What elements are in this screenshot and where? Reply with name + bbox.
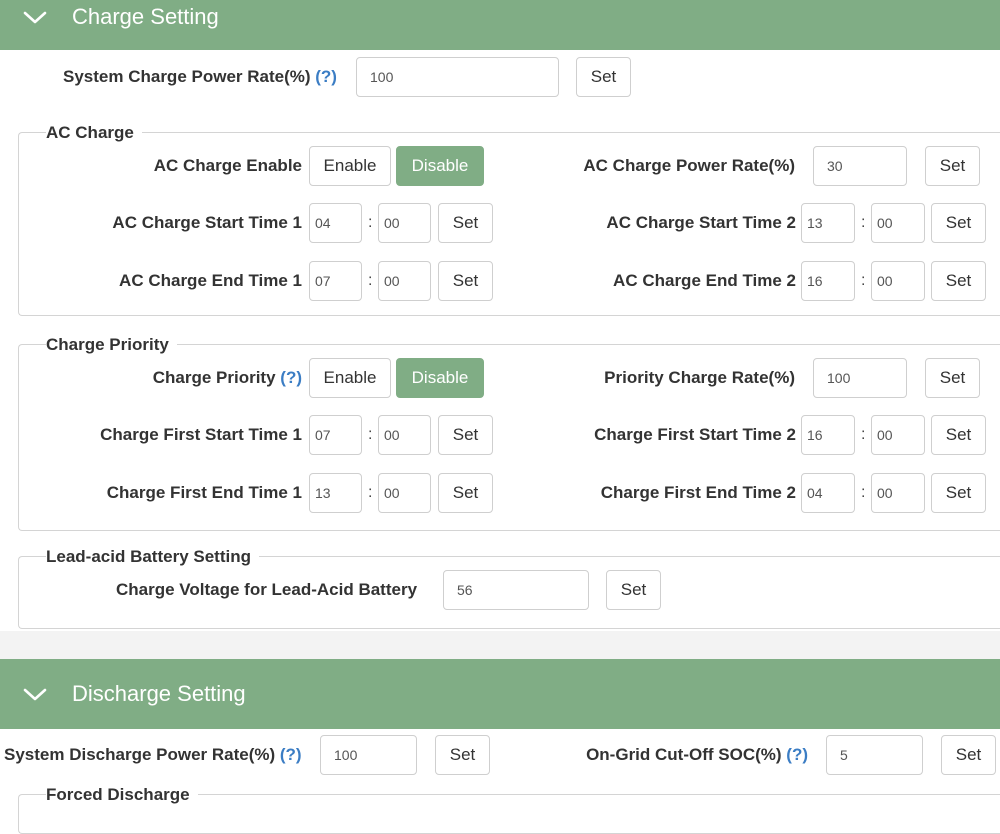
ac-charge-end-1-hour-input[interactable]	[309, 261, 362, 301]
system-charge-power-rate-input[interactable]	[356, 57, 559, 97]
ac-charge-legend: AC Charge	[46, 122, 142, 144]
priority-charge-rate-label: Priority Charge Rate(%)	[604, 368, 795, 387]
ac-charge-power-rate-input[interactable]	[813, 146, 907, 186]
help-icon[interactable]: (?)	[315, 67, 337, 86]
ac-charge-enable-label: AC Charge Enable	[153, 156, 302, 175]
charge-voltage-lead-acid-label: Charge Voltage for Lead-Acid Battery	[116, 580, 418, 599]
ac-charge-disable-button[interactable]: Disable	[396, 146, 484, 186]
system-charge-set-button[interactable]: Set	[576, 57, 631, 97]
ac-charge-power-rate-label: AC Charge Power Rate(%)	[583, 156, 795, 175]
ac-charge-start-2-hour-input[interactable]	[801, 203, 855, 243]
time-colon: :	[861, 272, 866, 289]
time-colon: :	[861, 426, 866, 443]
charge-first-start-2-minute-input[interactable]	[871, 415, 925, 455]
charge-first-end-1-hour-input[interactable]	[309, 473, 362, 513]
on-grid-cut-off-soc-label: On-Grid Cut-Off SOC(%) (?)	[586, 745, 808, 764]
ac-charge-end-2-set-button[interactable]: Set	[931, 261, 986, 301]
ac-charge-start-1-minute-input[interactable]	[378, 203, 431, 243]
charge-first-end-1-set-button[interactable]: Set	[438, 473, 493, 513]
charge-first-end-2-set-button[interactable]: Set	[931, 473, 986, 513]
system-discharge-power-rate-input[interactable]	[320, 735, 417, 775]
ac-charge-end-1-minute-input[interactable]	[378, 261, 431, 301]
charge-first-start-1-set-button[interactable]: Set	[438, 415, 493, 455]
time-colon: :	[368, 272, 373, 289]
charge-setting-header[interactable]: Charge Setting	[0, 0, 1000, 50]
section-spacer	[0, 631, 1000, 659]
chevron-down-icon	[23, 688, 47, 701]
charge-first-start-2-set-button[interactable]: Set	[931, 415, 986, 455]
ac-charge-power-rate-set-button[interactable]: Set	[925, 146, 980, 186]
forced-discharge-legend: Forced Discharge	[46, 784, 198, 806]
charge-first-start-2-hour-input[interactable]	[801, 415, 855, 455]
charge-voltage-lead-acid-input[interactable]	[443, 570, 589, 610]
charge-first-end-time-1-label: Charge First End Time 1	[106, 483, 302, 502]
chevron-down-icon	[23, 11, 47, 24]
ac-charge-start-1-set-button[interactable]: Set	[438, 203, 493, 243]
charge-priority-enable-button[interactable]: Enable	[309, 358, 391, 398]
charge-first-start-time-2-label: Charge First Start Time 2	[594, 425, 796, 444]
ac-charge-end-time-2-label: AC Charge End Time 2	[613, 271, 796, 290]
charge-setting-title: Charge Setting	[72, 4, 219, 29]
time-colon: :	[861, 484, 866, 501]
charge-priority-disable-button[interactable]: Disable	[396, 358, 484, 398]
charge-priority-label: Charge Priority (?)	[152, 368, 302, 387]
charge-first-end-time-2-label: Charge First End Time 2	[600, 483, 796, 502]
discharge-setting-title: Discharge Setting	[72, 681, 246, 706]
on-grid-cut-off-soc-input[interactable]	[826, 735, 923, 775]
ac-charge-start-2-set-button[interactable]: Set	[931, 203, 986, 243]
system-discharge-set-button[interactable]: Set	[435, 735, 490, 775]
charge-voltage-lead-acid-set-button[interactable]: Set	[606, 570, 661, 610]
ac-charge-start-time-1-label: AC Charge Start Time 1	[112, 213, 302, 232]
time-colon: :	[368, 484, 373, 501]
time-colon: :	[861, 214, 866, 231]
ac-charge-start-time-2-label: AC Charge Start Time 2	[606, 213, 796, 232]
charge-first-end-2-minute-input[interactable]	[871, 473, 925, 513]
help-icon[interactable]: (?)	[280, 368, 302, 387]
ac-charge-end-2-minute-input[interactable]	[871, 261, 925, 301]
help-icon[interactable]: (?)	[280, 745, 302, 764]
charge-first-end-1-minute-input[interactable]	[378, 473, 431, 513]
charge-first-start-time-1-label: Charge First Start Time 1	[100, 425, 302, 444]
priority-charge-rate-input[interactable]	[813, 358, 907, 398]
charge-first-start-1-hour-input[interactable]	[309, 415, 362, 455]
ac-charge-start-2-minute-input[interactable]	[871, 203, 925, 243]
ac-charge-end-1-set-button[interactable]: Set	[438, 261, 493, 301]
charge-priority-legend: Charge Priority	[46, 334, 177, 356]
system-charge-power-rate-label: System Charge Power Rate(%) (?)	[63, 67, 337, 86]
time-colon: :	[368, 426, 373, 443]
ac-charge-enable-button[interactable]: Enable	[309, 146, 391, 186]
system-discharge-power-rate-label: System Discharge Power Rate(%) (?)	[4, 745, 302, 764]
charge-first-start-1-minute-input[interactable]	[378, 415, 431, 455]
lead-acid-battery-legend: Lead-acid Battery Setting	[46, 546, 259, 568]
ac-charge-start-1-hour-input[interactable]	[309, 203, 362, 243]
priority-charge-rate-set-button[interactable]: Set	[925, 358, 980, 398]
charge-first-end-2-hour-input[interactable]	[801, 473, 855, 513]
on-grid-cut-off-soc-set-button[interactable]: Set	[941, 735, 996, 775]
ac-charge-end-2-hour-input[interactable]	[801, 261, 855, 301]
time-colon: :	[368, 214, 373, 231]
help-icon[interactable]: (?)	[786, 745, 808, 764]
ac-charge-end-time-1-label: AC Charge End Time 1	[119, 271, 302, 290]
discharge-setting-header[interactable]: Discharge Setting	[0, 659, 1000, 729]
